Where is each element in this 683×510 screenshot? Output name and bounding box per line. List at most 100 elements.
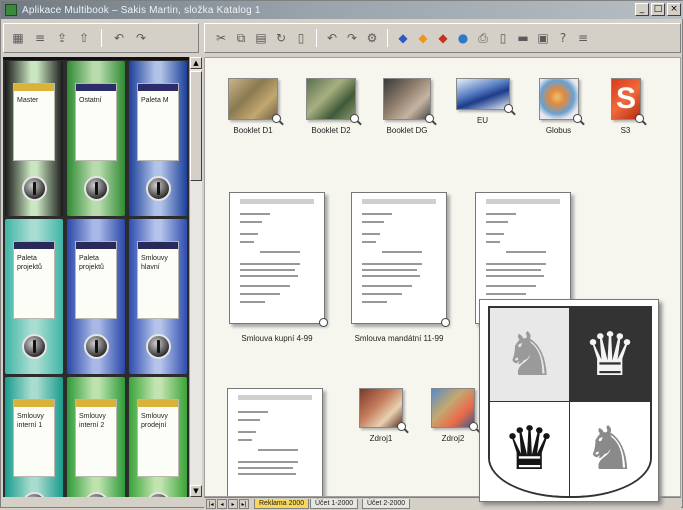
grid-icon[interactable]: ▦ — [10, 30, 26, 46]
document-text-line — [240, 213, 270, 215]
binder-4[interactable]: Paleta projektů — [5, 219, 63, 374]
document-text-line — [240, 221, 262, 223]
binder-7[interactable]: Smlouvy interní 1 — [5, 377, 63, 497]
document-text-line — [238, 461, 298, 463]
thumbnail-4[interactable]: EU — [450, 78, 515, 130]
redo-icon[interactable]: ↷ — [344, 30, 360, 46]
magnifier-icon[interactable] — [503, 104, 513, 113]
binder-2[interactable]: Ostatní — [67, 61, 125, 216]
eagle-icon: ♛ — [490, 402, 570, 496]
binder-5[interactable]: Paleta projektů — [67, 219, 125, 374]
toolbar-separator — [101, 29, 102, 47]
magnifier-icon[interactable] — [350, 114, 359, 123]
undo-icon[interactable]: ↶ — [324, 30, 340, 46]
magnifier-icon[interactable] — [272, 114, 281, 123]
binder-ring-icon — [146, 176, 171, 201]
magnifier-icon[interactable] — [397, 422, 406, 431]
document-caption: Smlouva mandátní 11-99 — [354, 334, 444, 343]
cut-icon[interactable]: ✂ — [213, 30, 229, 46]
photo-thumbnail-2[interactable]: Zdroj2 — [423, 388, 483, 448]
binder-label-card: Smlouvy interní 2 — [75, 399, 117, 477]
copy-icon[interactable]: ⧉ — [233, 30, 249, 46]
document-thumbnail[interactable] — [351, 192, 450, 327]
binder-label-card: Smlouvy prodejní — [137, 399, 179, 477]
document-text-line — [362, 221, 384, 223]
upload-icon[interactable]: ⇧ — [76, 30, 92, 46]
document-text-line — [238, 431, 256, 433]
document-header — [486, 199, 560, 204]
settings-icon[interactable]: ⚙ — [364, 30, 380, 46]
list-icon[interactable]: ≡ — [32, 30, 48, 46]
diamond-orange-icon[interactable]: ◆ — [415, 30, 431, 46]
content-toolbar: ✂ ⧉ ▤ ↻ ▯ ↶ ↷ ⚙ ◆ ◆ ◆ ● ⎙ ▯ ▬ ▣ ? ≡ — [204, 23, 681, 53]
binder-6[interactable]: Smlouvy hlavní — [129, 219, 187, 374]
binder-9[interactable]: Smlouvy prodejní — [129, 377, 187, 497]
document-text-line — [258, 449, 298, 451]
new-page-icon[interactable]: ▯ — [293, 30, 309, 46]
diamond-blue-icon[interactable]: ◆ — [395, 30, 411, 46]
binder-8[interactable]: Smlouvy interní 2 — [67, 377, 125, 497]
magnifier-icon[interactable] — [425, 114, 434, 123]
binder-label: Smlouvy hlavní — [141, 255, 168, 271]
binder-3[interactable]: Paleta M — [129, 61, 187, 216]
minimize-button[interactable]: _ — [635, 3, 649, 16]
document-text-line — [240, 293, 280, 295]
binder-label-band — [138, 400, 178, 407]
magnifier-icon[interactable] — [469, 422, 478, 431]
help-icon[interactable]: ? — [555, 30, 571, 46]
magnifier-icon[interactable] — [319, 318, 328, 327]
binder-ring-icon — [22, 176, 47, 201]
binder-label: Paleta M — [141, 97, 169, 104]
thumbnail-image — [431, 388, 475, 428]
thumbnail-2[interactable]: Booklet D2 — [301, 78, 361, 140]
photo-thumbnail-1[interactable]: Zdroj1 — [351, 388, 411, 448]
binder-scrollbar[interactable]: ▲ ▼ — [189, 57, 202, 497]
lion-icon: ♞ — [490, 308, 570, 402]
binder-label: Paleta projektů — [17, 255, 42, 271]
undo-icon[interactable]: ↶ — [111, 30, 127, 46]
binder-1[interactable]: Master — [5, 61, 63, 216]
document-thumbnail[interactable] — [229, 192, 328, 327]
close-button[interactable]: × — [667, 3, 681, 16]
binder-up-icon[interactable]: ⇪ — [54, 30, 70, 46]
scroll-up-arrow[interactable]: ▲ — [190, 57, 202, 69]
save-icon[interactable]: ▣ — [535, 30, 551, 46]
document-text-line — [362, 285, 412, 287]
document-thumbnail[interactable] — [227, 388, 323, 496]
list-view-icon[interactable]: ≡ — [575, 30, 591, 46]
refresh-icon[interactable]: ↻ — [273, 30, 289, 46]
eagle-icon: ♛ — [570, 308, 650, 402]
thumbnail-5[interactable]: Globus — [531, 78, 586, 140]
binder-label-band — [138, 242, 178, 249]
document-text-line — [238, 439, 252, 441]
toolbar-separator — [316, 29, 317, 47]
binder-label-band — [76, 242, 116, 249]
binder-ring-icon — [84, 176, 109, 201]
toolbar-separator — [387, 29, 388, 47]
document-text-line — [240, 285, 290, 287]
print-icon[interactable]: ⎙ — [475, 30, 491, 46]
maximize-button[interactable]: □ — [651, 3, 665, 16]
document-icon[interactable]: ▯ — [495, 30, 511, 46]
thumbnail-1[interactable]: Booklet D1 — [223, 78, 283, 140]
magnifier-icon[interactable] — [572, 114, 582, 123]
s3-logo-icon: S — [615, 82, 636, 115]
document-text-line — [486, 263, 546, 265]
thumbnail-3[interactable]: Booklet DG — [377, 78, 437, 140]
redo-icon[interactable]: ↷ — [133, 30, 149, 46]
scroll-thumb[interactable] — [190, 71, 202, 181]
binder-shelf: Master Ostatní Paleta M Paleta projektů Pale… — [3, 57, 189, 497]
document-text-line — [486, 269, 541, 271]
scanner-icon[interactable]: ▬ — [515, 30, 531, 46]
scroll-down-arrow[interactable]: ▼ — [190, 485, 202, 497]
binder-label-card: Ostatní — [75, 83, 117, 161]
magnifier-icon[interactable] — [441, 318, 450, 327]
document-text-line — [240, 269, 295, 271]
title-bar[interactable]: Aplikace Multibook – Sakis Martin, složk… — [1, 1, 683, 19]
document-text-line — [486, 241, 500, 243]
binder-label: Smlouvy prodejní — [141, 413, 168, 429]
globe-icon[interactable]: ● — [455, 30, 471, 46]
thumbnail-image — [538, 78, 579, 120]
diamond-red-icon[interactable]: ◆ — [435, 30, 451, 46]
paste-icon[interactable]: ▤ — [253, 30, 269, 46]
